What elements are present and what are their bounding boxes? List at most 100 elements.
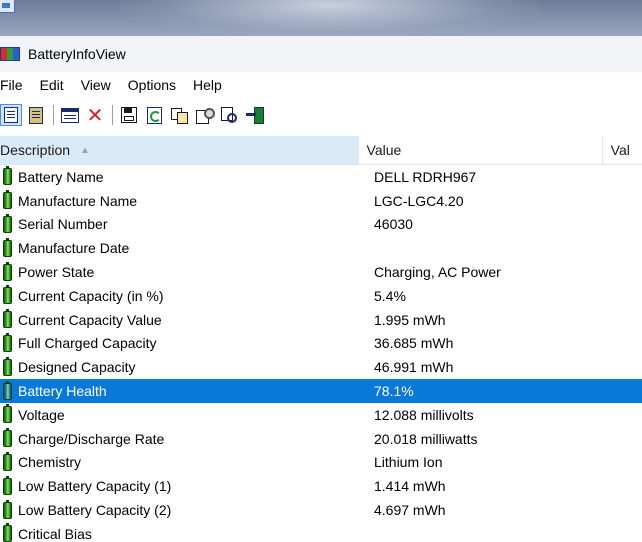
- description-cell: Manufacture Name: [0, 190, 366, 210]
- column-header-value-label: Value: [366, 142, 402, 158]
- description-cell: Current Capacity (in %): [0, 285, 366, 305]
- description-cell: Voltage: [0, 404, 366, 424]
- description-label: Current Capacity (in %): [18, 287, 164, 304]
- find-icon: [221, 107, 237, 123]
- options-button[interactable]: [59, 104, 81, 126]
- list-item[interactable]: Manufacture Name LGC-LGC4.20: [0, 189, 642, 213]
- value-cell: 1.414 mWh: [374, 478, 446, 495]
- refresh-icon: [146, 106, 162, 124]
- description-label: Critical Bias: [18, 525, 92, 542]
- title-bar: BatteryInfoView: [0, 36, 642, 72]
- list-item[interactable]: Critical Bias: [0, 522, 642, 542]
- list-item[interactable]: Voltage 12.088 millivolts: [0, 403, 642, 427]
- column-header-description-label: Description: [0, 142, 71, 158]
- battery-icon: [3, 261, 12, 281]
- description-label: Current Capacity Value: [18, 311, 162, 328]
- html-report-selected-button[interactable]: [25, 104, 47, 126]
- description-label: Charge/Discharge Rate: [18, 430, 165, 447]
- value-cell: Charging, AC Power: [374, 264, 501, 281]
- menu-file[interactable]: File: [0, 77, 31, 93]
- battery-icon: [3, 523, 12, 542]
- toolbar: ✕: [0, 98, 642, 133]
- menu-edit[interactable]: Edit: [40, 77, 72, 93]
- value-cell: DELL RDRH967: [374, 168, 477, 185]
- value-cell: 4.697 mWh: [374, 502, 446, 519]
- description-label: Voltage: [18, 406, 65, 423]
- list-item[interactable]: Chemistry Lithium Ion: [0, 451, 642, 475]
- list-item[interactable]: Low Battery Capacity (1) 1.414 mWh: [0, 474, 642, 498]
- save-button[interactable]: [118, 104, 140, 126]
- copy-icon: [171, 108, 188, 124]
- html-report-all-button[interactable]: [0, 104, 22, 126]
- list-item[interactable]: Full Charged Capacity 36.685 mWh: [0, 332, 642, 356]
- value-cell: 20.018 milliwatts: [374, 430, 478, 447]
- battery-icon: [3, 451, 12, 471]
- menu-view[interactable]: View: [81, 77, 119, 93]
- delete-button[interactable]: ✕: [84, 104, 106, 126]
- description-label: Manufacture Date: [18, 240, 130, 257]
- column-header-description[interactable]: Description ▲: [0, 136, 359, 164]
- window-icon: [61, 107, 79, 123]
- document-list-icon: [29, 106, 43, 124]
- exit-button[interactable]: [243, 104, 265, 126]
- value-cell: LGC-LGC4.20: [374, 192, 464, 209]
- description-label: Designed Capacity: [18, 359, 136, 376]
- value-cell: 12.088 millivolts: [374, 406, 474, 423]
- menu-options[interactable]: Options: [128, 77, 184, 93]
- value-cell: 36.685 mWh: [374, 335, 454, 352]
- value-cell: 46030: [374, 216, 413, 233]
- description-cell: Serial Number: [0, 213, 366, 233]
- desktop-icon[interactable]: [0, 0, 15, 13]
- battery-icon: [3, 309, 12, 329]
- copy-button[interactable]: [168, 104, 190, 126]
- description-cell: Charge/Discharge Rate: [0, 428, 366, 448]
- list-item[interactable]: Serial Number 46030: [0, 213, 642, 237]
- app-icon: [0, 47, 20, 61]
- find-button[interactable]: [218, 104, 240, 126]
- list-item[interactable]: Current Capacity Value 1.995 mWh: [0, 308, 642, 332]
- description-label: Battery Name: [18, 168, 104, 185]
- save-icon: [121, 107, 137, 123]
- menu-help[interactable]: Help: [193, 77, 230, 93]
- description-label: Low Battery Capacity (1): [18, 478, 172, 495]
- exit-icon: [245, 107, 264, 124]
- toolbar-separator: [53, 105, 54, 125]
- battery-icon: [3, 237, 12, 257]
- column-header-value[interactable]: Value: [359, 136, 603, 164]
- list-item[interactable]: Battery Health 78.1%: [0, 379, 642, 403]
- description-cell: Chemistry: [0, 451, 366, 471]
- toolbar-separator: [112, 105, 113, 125]
- battery-icon: [3, 166, 12, 186]
- list-item[interactable]: Current Capacity (in %) 5.4%: [0, 284, 642, 308]
- list-header: Description ▲ Value Val: [0, 136, 642, 165]
- description-cell: Low Battery Capacity (2): [0, 499, 366, 519]
- close-x-icon: ✕: [86, 103, 104, 127]
- battery-icon: [3, 499, 12, 519]
- list-body: Battery Name DELL RDRH967 Manufacture Name…: [0, 165, 642, 542]
- description-cell: Low Battery Capacity (1): [0, 475, 366, 495]
- column-header-value-2-label: Val: [610, 142, 630, 158]
- value-cell: 1.995 mWh: [374, 311, 446, 328]
- wallpaper-glow: [120, 0, 540, 36]
- description-cell: Designed Capacity: [0, 356, 366, 376]
- refresh-button[interactable]: [143, 104, 165, 126]
- list-item[interactable]: Charge/Discharge Rate 20.018 milliwatts: [0, 427, 642, 451]
- column-header-value-2[interactable]: Val: [603, 136, 642, 164]
- list-item[interactable]: Designed Capacity 46.991 mWh: [0, 355, 642, 379]
- list-item[interactable]: Low Battery Capacity (2) 4.697 mWh: [0, 498, 642, 522]
- description-cell: Power State: [0, 261, 366, 281]
- battery-icon: [3, 404, 12, 424]
- properties-icon: [196, 107, 215, 124]
- document-icon: [4, 107, 18, 123]
- list-item[interactable]: Battery Name DELL RDRH967: [0, 165, 642, 189]
- list-item[interactable]: Manufacture Date: [0, 236, 642, 260]
- description-label: Chemistry: [18, 454, 82, 471]
- list-item[interactable]: Power State Charging, AC Power: [0, 260, 642, 284]
- description-label: Serial Number: [18, 216, 108, 233]
- battery-info-list[interactable]: Description ▲ Value Val Battery Name DELL…: [0, 136, 642, 542]
- battery-icon: [3, 332, 12, 352]
- value-cell: 46.991 mWh: [374, 359, 454, 376]
- properties-button[interactable]: [193, 104, 215, 126]
- battery-icon: [3, 356, 12, 376]
- description-label: Full Charged Capacity: [18, 335, 157, 352]
